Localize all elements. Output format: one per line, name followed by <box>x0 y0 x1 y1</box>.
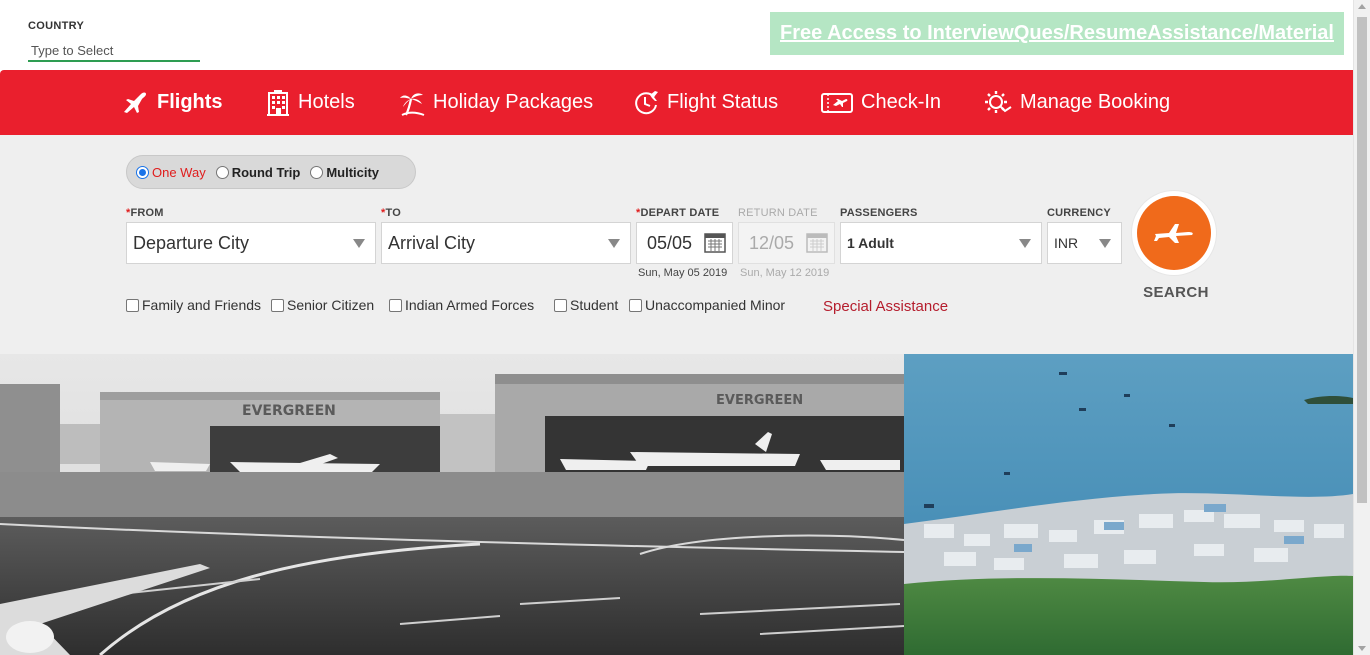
return-date-field[interactable]: 12/05 <box>738 222 835 264</box>
radio-dot[interactable] <box>215 165 229 179</box>
checkbox-senior-citizen[interactable]: Senior Citizen <box>271 297 374 313</box>
ticket-icon <box>821 92 853 113</box>
nav-flights[interactable]: Flights <box>122 70 223 135</box>
currency-label: CURRENCY <box>1047 207 1111 219</box>
hero-airport-image: EVERGREEN EVERGREEN <box>0 354 904 655</box>
checkbox-family-friends[interactable]: Family and Friends <box>126 297 261 313</box>
radio-one-way[interactable]: One Way <box>136 165 206 180</box>
gear-booking-icon <box>985 90 1012 113</box>
checkbox-box[interactable] <box>389 298 402 312</box>
return-date-value: 12/05 <box>749 232 795 253</box>
search-button-inner[interactable] <box>1137 196 1211 270</box>
promo-link[interactable]: Free Access to InterviewQues/ResumeAssis… <box>780 22 1334 45</box>
scroll-down-arrow-icon[interactable] <box>1358 646 1366 651</box>
currency-value: INR <box>1054 235 1079 251</box>
palm-tree-icon <box>400 92 425 116</box>
airplane-icon <box>124 92 146 113</box>
depart-date-full: Sun, May 05 2019 <box>638 267 728 279</box>
main-nav: Flights Hotels Holiday Packages Flight S… <box>0 70 1353 135</box>
radio-multicity-label: Multicity <box>326 164 380 180</box>
search-panel: One Way Round Trip Multicity *FROM Depar… <box>0 135 1353 354</box>
trip-type-selector: One Way Round Trip Multicity <box>126 155 416 189</box>
radio-dot[interactable] <box>136 165 149 179</box>
depart-date-label: *DEPART DATE <box>636 207 720 219</box>
checkbox-unaccompanied-minor[interactable]: Unaccompanied Minor <box>629 297 785 313</box>
checkbox-box[interactable] <box>629 298 642 312</box>
checkbox-label: Senior Citizen <box>287 297 375 313</box>
nav-holiday-packages[interactable]: Holiday Packages <box>398 70 593 135</box>
chevron-down-icon <box>608 239 620 248</box>
from-select[interactable]: Departure City <box>126 222 376 264</box>
checkbox-box[interactable] <box>126 298 139 312</box>
to-select[interactable]: Arrival City <box>381 222 631 264</box>
checkbox-label: Student <box>570 297 619 313</box>
scroll-thumb[interactable] <box>1357 17 1367 503</box>
hangar-sign-left: EVERGREEN <box>242 403 336 419</box>
checkbox-box[interactable] <box>554 298 567 312</box>
passengers-label: PASSENGERS <box>840 207 918 219</box>
airplane-icon <box>1154 224 1193 243</box>
nav-hotels-label: Hotels <box>298 91 355 113</box>
radio-multicity[interactable]: Multicity <box>310 165 379 180</box>
depart-date-value: 05/05 <box>647 232 693 253</box>
to-label: *TO <box>381 207 401 219</box>
radio-dot[interactable] <box>310 165 324 179</box>
nav-flights-label: Flights <box>157 91 223 113</box>
currency-select[interactable]: INR <box>1047 222 1122 264</box>
nav-flight-status[interactable]: Flight Status <box>632 70 778 135</box>
nav-check-in[interactable]: Check-In <box>820 70 941 135</box>
page: COUNTRY Free Access to InterviewQues/Res… <box>0 0 1370 655</box>
radio-round-trip-label: Round Trip <box>231 164 301 180</box>
hangar-sign-right: EVERGREEN <box>716 393 803 408</box>
hotel-building-icon <box>267 89 289 116</box>
nav-manage-booking-label: Manage Booking <box>1020 91 1171 113</box>
checkbox-label: Unaccompanied Minor <box>645 297 786 313</box>
clock-plane-icon <box>635 90 658 114</box>
radio-round-trip[interactable]: Round Trip <box>215 164 301 180</box>
nav-hotels[interactable]: Hotels <box>265 70 355 135</box>
to-value: Arrival City <box>388 232 476 253</box>
calendar-icon[interactable] <box>704 231 726 253</box>
return-date-full: Sun, May 12 2019 <box>740 267 830 279</box>
special-assistance-link[interactable]: Special Assistance <box>823 298 948 315</box>
nav-holiday-label: Holiday Packages <box>433 91 594 113</box>
search-button[interactable] <box>1132 191 1216 275</box>
country-input[interactable] <box>28 40 200 62</box>
checkbox-label: Indian Armed Forces <box>405 297 535 313</box>
checkbox-student[interactable]: Student <box>554 297 618 313</box>
page-scrollbar[interactable] <box>1353 0 1370 655</box>
scroll-up-arrow-icon[interactable] <box>1358 4 1366 9</box>
calendar-icon[interactable] <box>806 231 828 253</box>
depart-date-field[interactable]: 05/05 <box>636 222 733 264</box>
country-label: COUNTRY <box>28 20 85 32</box>
from-label: *FROM <box>126 207 164 219</box>
nav-flight-status-label: Flight Status <box>667 91 779 113</box>
radio-one-way-label: One Way <box>152 164 206 180</box>
promo-banner: Free Access to InterviewQues/ResumeAssis… <box>770 12 1344 55</box>
passengers-value: 1 Adult <box>847 235 894 251</box>
chevron-down-icon <box>1099 239 1111 248</box>
return-date-label: RETURN DATE <box>738 207 818 219</box>
chevron-down-icon <box>353 239 365 248</box>
nav-check-in-label: Check-In <box>861 91 942 113</box>
nav-manage-booking[interactable]: Manage Booking <box>983 70 1170 135</box>
chevron-down-icon <box>1019 239 1031 248</box>
checkbox-label: Family and Friends <box>142 297 262 313</box>
checkbox-box[interactable] <box>271 298 284 312</box>
passengers-select[interactable]: 1 Adult <box>840 222 1042 264</box>
checkbox-armed-forces[interactable]: Indian Armed Forces <box>389 297 534 313</box>
country-selector: COUNTRY <box>28 20 200 62</box>
hero-coast-image <box>904 354 1353 655</box>
search-label: SEARCH <box>1143 284 1209 301</box>
from-value: Departure City <box>133 232 250 253</box>
